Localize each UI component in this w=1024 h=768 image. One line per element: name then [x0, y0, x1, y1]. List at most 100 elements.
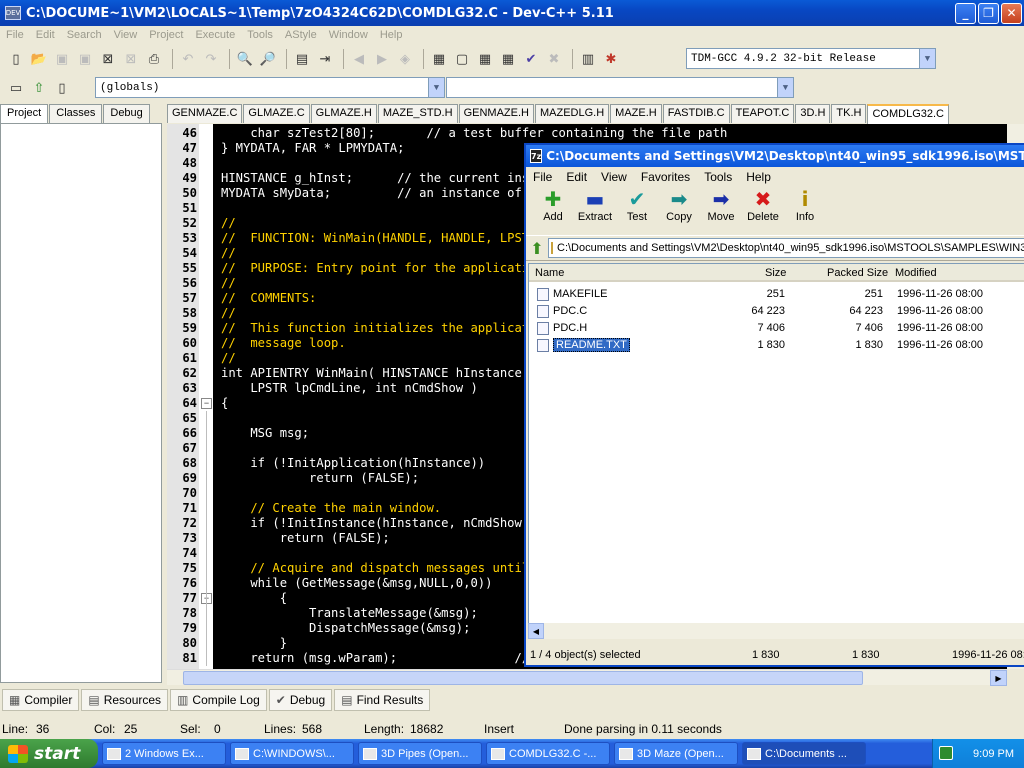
find-icon[interactable]: 🔍 [235, 49, 255, 69]
forward-icon[interactable]: ▶ [372, 49, 392, 69]
bottom-tab-debug[interactable]: ✔ Debug [268, 689, 333, 711]
menu-item-view[interactable]: View [108, 29, 144, 41]
left-tab-debug[interactable]: Debug [103, 104, 150, 123]
indent-icon[interactable]: ▤ [292, 49, 312, 69]
scrollbar-thumb[interactable] [183, 671, 863, 685]
menu-item-project[interactable]: Project [143, 29, 189, 41]
sevenzip-menu-edit[interactable]: Edit [559, 170, 594, 184]
sevenzip-test-button[interactable]: ✔ Test [616, 187, 658, 231]
close-button[interactable]: ✕ [1001, 2, 1022, 24]
save-all-icon[interactable]: ▣ [75, 49, 95, 69]
tray-network-icon[interactable] [939, 746, 953, 760]
back-icon[interactable]: ◀ [349, 49, 369, 69]
sevenzip-info-button[interactable]: i Info [784, 187, 826, 231]
chevron-down-icon[interactable]: ▼ [428, 78, 444, 97]
sevenzip-copy-button[interactable]: ➡ Copy [658, 187, 700, 231]
rebuild-icon[interactable]: ▦ [498, 49, 518, 69]
project-new-icon[interactable]: ▭ [6, 78, 26, 98]
compiler-select[interactable]: TDM-GCC 4.9.2 32-bit Release ▼ [686, 48, 936, 69]
sevenzip-file-list[interactable]: Name Size Packed Size Modified MAKEFILE 2… [528, 263, 1024, 639]
redo-icon[interactable]: ↷ [201, 49, 221, 69]
maximize-button[interactable]: ❐ [978, 2, 999, 24]
project-browser[interactable] [0, 123, 162, 683]
menu-item-help[interactable]: Help [374, 29, 409, 41]
menu-item-tools[interactable]: Tools [241, 29, 279, 41]
sevenzip-move-button[interactable]: ➡ Move [700, 187, 742, 231]
goto-line-icon[interactable]: ⇥ [315, 49, 335, 69]
file-row[interactable]: README.TXT 1 830 1 830 1996-11-26 08:00 [529, 337, 1024, 354]
sevenzip-title-bar[interactable]: 7z C:\Documents and Settings\VM2\Desktop… [526, 145, 1024, 167]
bookmark-icon[interactable]: ◈ [395, 49, 415, 69]
file-row[interactable]: PDC.H 7 406 7 406 1996-11-26 08:00 [529, 320, 1024, 337]
editor-tab[interactable]: TEAPOT.C [730, 104, 795, 123]
bottom-tab-resources[interactable]: ▤ Resources [81, 689, 169, 711]
taskbar-button[interactable]: C:\Documents ... [742, 742, 866, 765]
file-row[interactable]: PDC.C 64 223 64 223 1996-11-26 08:00 [529, 303, 1024, 320]
compile-icon[interactable]: ▦ [429, 49, 449, 69]
sevenzip-menu-file[interactable]: File [526, 170, 559, 184]
taskbar-button[interactable]: 3D Maze (Open... [614, 742, 738, 765]
debug-icon[interactable]: ✱ [601, 49, 621, 69]
editor-tab[interactable]: COMDLG32.C [867, 104, 950, 124]
scroll-left-icon[interactable]: ◀ [528, 623, 544, 639]
editor-tab[interactable]: 3D.H [795, 104, 831, 123]
save-icon[interactable]: ▣ [52, 49, 72, 69]
menu-item-search[interactable]: Search [61, 29, 108, 41]
folder-up-icon[interactable]: ⬆ [526, 239, 548, 258]
menu-item-edit[interactable]: Edit [30, 29, 61, 41]
chevron-down-icon[interactable]: ▼ [919, 49, 935, 68]
menu-item-astyle[interactable]: AStyle [279, 29, 323, 41]
fold-toggle-icon[interactable]: − [201, 398, 212, 409]
sevenzip-window[interactable]: 7z C:\Documents and Settings\VM2\Desktop… [524, 143, 1024, 667]
check-syntax-icon[interactable]: ✔ [521, 49, 541, 69]
stop-icon[interactable]: ✖ [544, 49, 564, 69]
column-header-packed-size[interactable]: Packed Size [827, 267, 888, 279]
sevenzip-path-field[interactable]: C:\Documents and Settings\VM2\Desktop\nt… [548, 238, 1024, 258]
new-file-icon[interactable]: ▯ [6, 49, 26, 69]
project-remove-icon[interactable]: ▯ [52, 78, 72, 98]
scroll-right-icon[interactable]: ▶ [990, 670, 1007, 686]
sevenzip-menu-tools[interactable]: Tools [697, 170, 739, 184]
taskbar-button[interactable]: C:\WINDOWS\... [230, 742, 354, 765]
editor-tab[interactable]: GENMAZE.H [458, 104, 534, 123]
close-file-icon[interactable]: ⊠ [98, 49, 118, 69]
column-header-modified[interactable]: Modified [895, 267, 937, 279]
taskbar-button[interactable]: 2 Windows Ex... [102, 742, 226, 765]
editor-horizontal-scrollbar[interactable]: ▶ [167, 669, 1007, 686]
sevenzip-delete-button[interactable]: ✖ Delete [742, 187, 784, 231]
open-file-icon[interactable]: 📂 [29, 49, 49, 69]
editor-tab[interactable]: GENMAZE.C [167, 104, 243, 123]
globals-select[interactable]: (globals) ▼ [95, 77, 445, 98]
title-bar[interactable]: DEV C:\DOCUME~1\VM2\LOCALS~1\Temp\7zO432… [0, 0, 1024, 26]
editor-tab[interactable]: TK.H [831, 104, 867, 123]
menu-item-file[interactable]: File [0, 29, 30, 41]
sevenzip-menu-help[interactable]: Help [739, 170, 778, 184]
start-button[interactable]: start [0, 739, 98, 768]
editor-tab[interactable]: GLMAZE.H [310, 104, 377, 123]
replace-icon[interactable]: 🔎 [258, 49, 278, 69]
profile-chart-icon[interactable]: ▥ [578, 49, 598, 69]
chevron-down-icon[interactable]: ▼ [777, 78, 793, 97]
bottom-tab-compiler[interactable]: ▦ Compiler [2, 689, 80, 711]
sevenzip-add-button[interactable]: ✚ Add [532, 187, 574, 231]
undo-icon[interactable]: ↶ [178, 49, 198, 69]
menu-item-window[interactable]: Window [323, 29, 374, 41]
function-select[interactable]: ▼ [446, 77, 794, 98]
close-all-icon[interactable]: ⊠ [121, 49, 141, 69]
print-icon[interactable]: ⎙ [144, 49, 164, 69]
sevenzip-menu-view[interactable]: View [594, 170, 634, 184]
sevenzip-menu-favorites[interactable]: Favorites [634, 170, 697, 184]
bottom-tab-find-results[interactable]: ▤ Find Results [334, 689, 431, 711]
editor-tab[interactable]: GLMAZE.C [243, 104, 310, 123]
minimize-button[interactable]: _ [955, 2, 976, 24]
sevenzip-extract-button[interactable]: ▬ Extract [574, 187, 616, 231]
editor-tab[interactable]: MAZE_STD.H [377, 104, 458, 123]
project-add-icon[interactable]: ⇧ [29, 78, 49, 98]
editor-tab[interactable]: FASTDIB.C [662, 104, 730, 123]
left-tab-project[interactable]: Project [0, 104, 49, 124]
run-icon[interactable]: ▢ [452, 49, 472, 69]
left-tab-classes[interactable]: Classes [49, 104, 103, 123]
editor-tab[interactable]: MAZEDLG.H [534, 104, 610, 123]
bottom-tab-compile-log[interactable]: ▥ Compile Log [170, 689, 267, 711]
compile-run-icon[interactable]: ▦ [475, 49, 495, 69]
